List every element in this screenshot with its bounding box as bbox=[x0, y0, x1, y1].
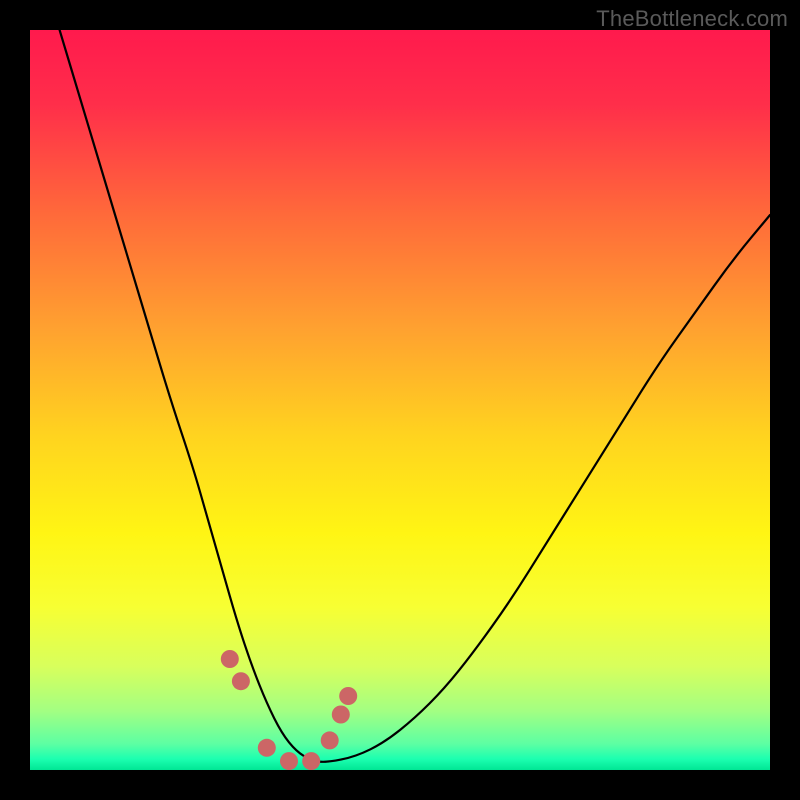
chart-frame: TheBottleneck.com bbox=[0, 0, 800, 800]
curve-layer bbox=[30, 30, 770, 770]
marker-point bbox=[321, 731, 339, 749]
marker-point bbox=[232, 672, 250, 690]
markers-group bbox=[221, 650, 357, 770]
bottleneck-curve bbox=[60, 30, 770, 762]
marker-point bbox=[332, 706, 350, 724]
marker-point bbox=[280, 752, 298, 770]
marker-point bbox=[221, 650, 239, 668]
marker-point bbox=[302, 752, 320, 770]
marker-point bbox=[258, 739, 276, 757]
plot-area bbox=[30, 30, 770, 770]
marker-point bbox=[339, 687, 357, 705]
watermark-text: TheBottleneck.com bbox=[596, 6, 788, 32]
